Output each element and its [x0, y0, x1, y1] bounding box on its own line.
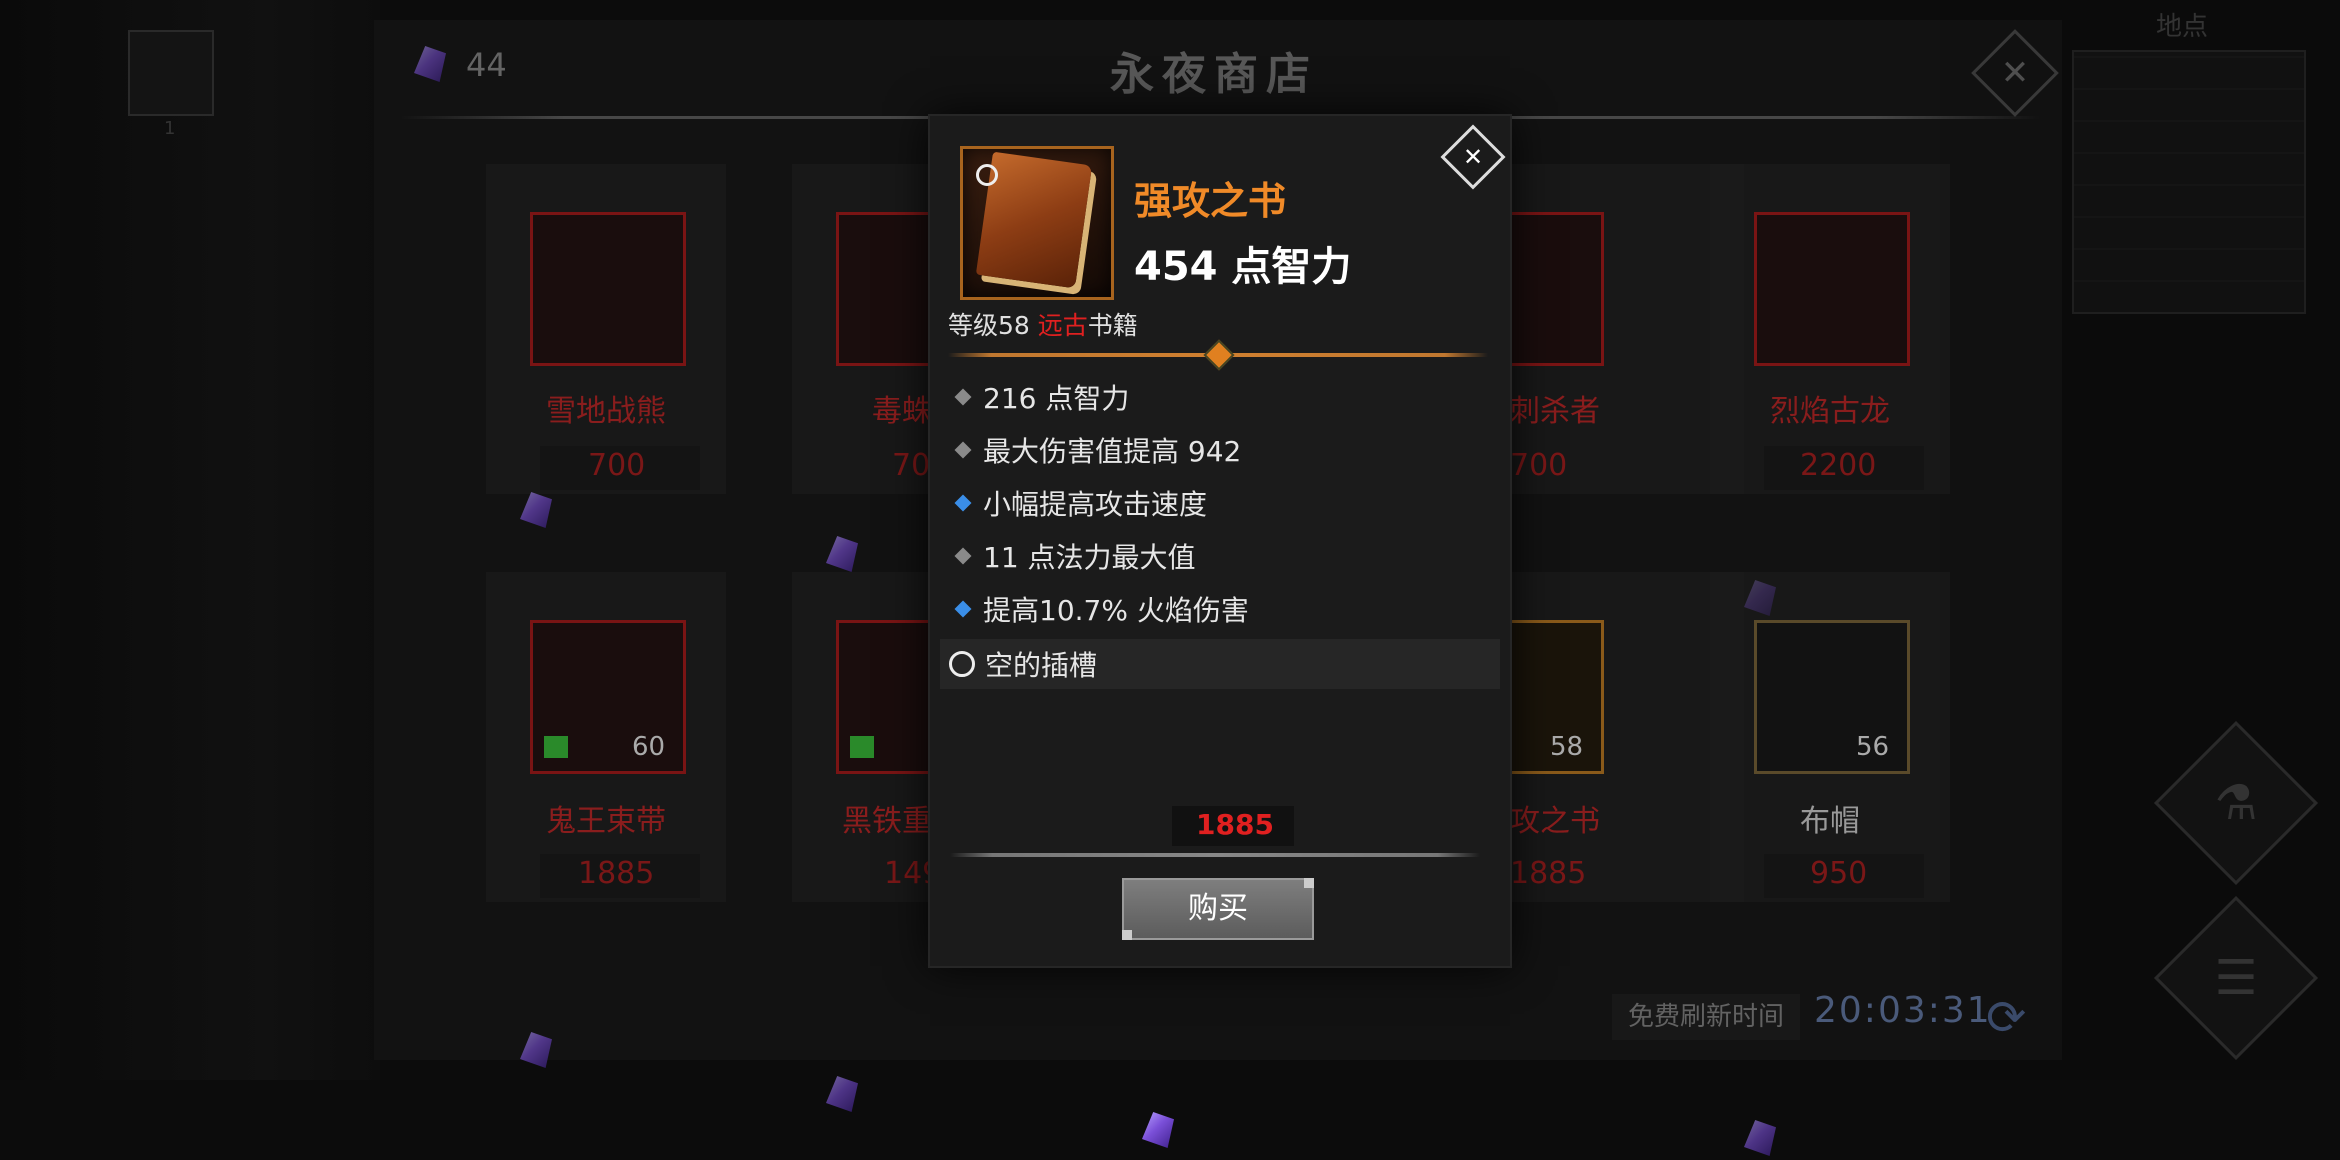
card-name: 攻之书: [1510, 804, 1600, 839]
item-main-stat: 454 点智力: [1134, 244, 1352, 290]
card-name: 鬼王束带: [546, 804, 666, 839]
item-level: 等级58: [948, 311, 1038, 340]
list-icon: ☰: [2214, 950, 2258, 1006]
item-frame: [530, 212, 686, 366]
affix-text: 11 点法力最大值: [983, 541, 1196, 574]
affix-row: 提高10.7% 火焰伤害: [950, 586, 1500, 632]
affix-row: 小幅提高攻击速度: [950, 480, 1500, 526]
card-name: 烈焰古龙: [1770, 394, 1890, 429]
card-name: 刺杀者: [1510, 394, 1600, 429]
refresh-icon[interactable]: ⟳: [1986, 990, 2026, 1046]
affix-text: 216 点智力: [983, 382, 1130, 415]
refresh-timer: 20:03:31: [1814, 990, 1992, 1031]
empty-socket-row: 空的插槽: [940, 639, 1500, 689]
bullet-icon: [954, 547, 972, 565]
gem-icon: [514, 1028, 558, 1072]
card-name: 毒蛛: [872, 394, 932, 429]
item-frame: [1754, 212, 1910, 366]
affix-text: 最大伤害值提高 942: [983, 435, 1242, 468]
gem-icon: [820, 1072, 864, 1116]
gem-icon: [408, 42, 452, 86]
card-price: 2200: [1800, 448, 1877, 483]
potion-icon: ⚗: [2214, 775, 2258, 831]
card-name: 雪地战熊: [546, 394, 666, 429]
minimap: [2072, 50, 2306, 314]
gem-icon: [514, 488, 558, 532]
buy-button[interactable]: 购买: [1122, 878, 1314, 940]
item-price: 1885: [1196, 808, 1274, 841]
book-icon: [544, 736, 568, 758]
location-label: 地点: [2156, 12, 2209, 42]
button-corner: [1122, 930, 1132, 940]
card-name: 黑铁重: [842, 804, 932, 839]
bullet-icon: [954, 600, 972, 618]
card-name: 布帽: [1800, 804, 1860, 839]
empty-socket-label: 空的插槽: [985, 649, 1098, 682]
free-refresh-label: 免费刷新时间: [1612, 994, 1800, 1040]
socket-icon: [949, 651, 975, 677]
item-rarity: 远古: [1037, 311, 1088, 340]
card-price: 700: [588, 448, 646, 483]
card-level: 56: [1856, 732, 1890, 762]
bullet-icon: [954, 388, 972, 406]
close-icon: ✕: [2000, 53, 2030, 93]
card-price: 1885: [1510, 856, 1587, 891]
book-icon: [850, 736, 874, 758]
card-price: 700: [1510, 448, 1568, 483]
gem-count: 44: [466, 46, 507, 84]
affix-row: 11 点法力最大值: [950, 533, 1500, 579]
item-type: 书籍: [1087, 311, 1138, 340]
skill-slot: [128, 30, 214, 116]
shop-title: 永夜商店: [1110, 49, 1318, 100]
close-icon: ✕: [1462, 143, 1484, 171]
button-corner: [1304, 878, 1314, 888]
affix-text: 提高10.7% 火焰伤害: [983, 594, 1249, 627]
divider: [950, 853, 1480, 857]
card-price: 1885: [578, 856, 655, 891]
affix-row: 最大伤害值提高 942: [950, 427, 1500, 473]
affix-text: 小幅提高攻击速度: [983, 488, 1208, 521]
item-level-line: 等级58 远古书籍: [948, 306, 1138, 342]
gem-icon: [1738, 1116, 1782, 1160]
card-level: 60: [632, 732, 666, 762]
gem-icon: [820, 532, 864, 576]
bullet-icon: [954, 494, 972, 512]
background-left: [0, 0, 380, 1080]
socket-icon: [976, 164, 998, 186]
card-price: 950: [1810, 856, 1868, 891]
gem-icon: [1136, 1108, 1180, 1152]
card-level: 58: [1550, 732, 1584, 762]
item-name: 强攻之书: [1134, 179, 1287, 223]
affix-row: 216 点智力: [950, 374, 1500, 420]
skill-slot-number: 1: [164, 118, 176, 139]
bullet-icon: [954, 441, 972, 459]
